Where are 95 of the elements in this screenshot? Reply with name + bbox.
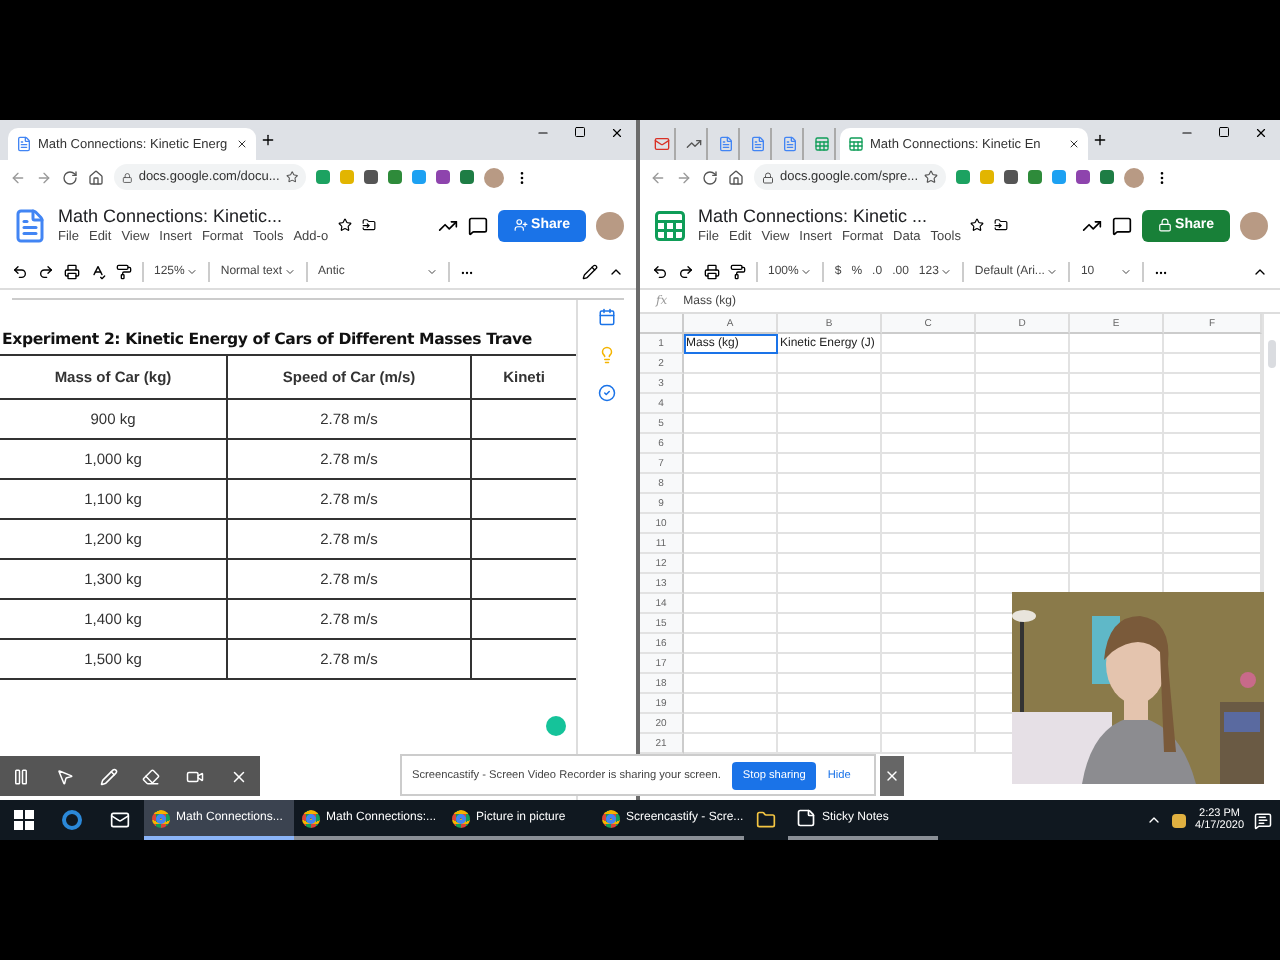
spellcheck-icon[interactable]: [90, 264, 106, 280]
home-icon[interactable]: [88, 169, 104, 185]
cursor-icon[interactable]: [55, 767, 74, 785]
star-icon[interactable]: [970, 218, 985, 232]
pencil-icon[interactable]: [582, 264, 598, 280]
eraser-icon[interactable]: [142, 767, 161, 785]
table-cell: [470, 400, 576, 440]
chrome-icon: [452, 809, 470, 827]
windows-start-icon[interactable]: [14, 810, 34, 830]
undo-icon[interactable]: [652, 264, 668, 280]
pen-icon[interactable]: [99, 767, 118, 785]
table-cell: [470, 440, 576, 480]
caret-icon: [284, 266, 297, 278]
avatar-icon[interactable]: [596, 211, 624, 239]
paint-format-icon[interactable]: [116, 264, 132, 280]
close-button[interactable]: [880, 756, 904, 796]
reload-icon[interactable]: [62, 169, 78, 185]
back-icon[interactable]: [650, 169, 666, 185]
document-icon[interactable]: [781, 136, 797, 152]
undo-icon[interactable]: [12, 264, 28, 280]
close-icon: [884, 768, 900, 784]
avatar-icon[interactable]: [1124, 167, 1144, 187]
close-icon[interactable]: [1254, 126, 1268, 140]
document-icon[interactable]: [749, 136, 765, 152]
sheets-logo-icon: [652, 207, 688, 243]
sticky-note-icon: [796, 808, 816, 828]
collapse-icon[interactable]: [1252, 264, 1268, 280]
browser-icon[interactable]: [62, 810, 82, 830]
home-icon[interactable]: [728, 169, 744, 185]
close-icon[interactable]: [610, 126, 624, 140]
caret-icon: [186, 266, 199, 278]
star-icon[interactable]: [924, 170, 938, 184]
table-cell: [470, 520, 576, 560]
forward-icon[interactable]: [36, 169, 52, 185]
table-cell: [470, 480, 576, 520]
caret-icon: [426, 266, 439, 278]
maximize-icon[interactable]: [1218, 126, 1230, 138]
avatar-icon[interactable]: [1240, 211, 1268, 239]
star-icon[interactable]: [338, 218, 353, 232]
table-cell: [470, 560, 576, 600]
chrome-icon: [302, 809, 320, 827]
new-tab-icon[interactable]: [260, 132, 276, 148]
chart-icon[interactable]: [685, 136, 701, 152]
move-icon[interactable]: [994, 218, 1009, 232]
notification-icon[interactable]: [1254, 811, 1272, 829]
document-icon[interactable]: [717, 136, 733, 152]
table-cell: [470, 640, 576, 680]
close-icon[interactable]: [229, 767, 248, 785]
reload-icon[interactable]: [702, 169, 718, 185]
spreadsheet-icon: [848, 136, 864, 152]
caret-icon: [940, 266, 953, 278]
calendar-icon[interactable]: [598, 308, 616, 326]
maximize-icon[interactable]: [574, 126, 586, 138]
activity-icon[interactable]: [1081, 215, 1102, 235]
chrome-icon: [602, 809, 620, 827]
lock-icon: [122, 171, 133, 183]
close-icon[interactable]: [236, 138, 248, 150]
lock-icon: [762, 171, 774, 183]
minimize-icon[interactable]: [1180, 126, 1194, 140]
avatar-icon[interactable]: [484, 167, 504, 187]
activity-icon[interactable]: [437, 215, 458, 235]
redo-icon[interactable]: [38, 264, 54, 280]
document-icon: [16, 136, 32, 152]
paint-format-icon[interactable]: [730, 264, 746, 280]
print-icon[interactable]: [704, 264, 720, 280]
tray-icon[interactable]: [1171, 813, 1186, 827]
caret-icon: [1046, 266, 1059, 278]
caret-icon: [1120, 266, 1133, 278]
collapse-icon[interactable]: [608, 264, 624, 280]
move-icon[interactable]: [362, 218, 377, 232]
tasks-icon[interactable]: [598, 384, 616, 402]
print-icon[interactable]: [64, 264, 80, 280]
new-tab-icon[interactable]: [1092, 132, 1108, 148]
back-icon[interactable]: [10, 169, 26, 185]
folder-icon: [756, 810, 776, 830]
scrollbar-thumb[interactable]: [1268, 340, 1276, 368]
person-icon: [513, 218, 528, 232]
scrollbar[interactable]: [1262, 314, 1280, 754]
star-icon[interactable]: [285, 170, 298, 184]
minimize-icon[interactable]: [536, 126, 550, 140]
chrome-icon: [152, 809, 170, 827]
comment-icon[interactable]: [467, 215, 488, 235]
redo-icon[interactable]: [678, 264, 694, 280]
camera-icon[interactable]: [185, 767, 204, 785]
pause-icon[interactable]: [12, 767, 31, 785]
document-title[interactable]: Math Connections: Kinetic...: [58, 206, 329, 226]
forward-icon[interactable]: [676, 169, 692, 185]
docs-logo-icon: [12, 207, 48, 243]
document-title[interactable]: Math Connections: Kinetic ...: [698, 206, 961, 226]
table-cell: [470, 600, 576, 640]
comment-icon[interactable]: [1111, 215, 1132, 235]
close-icon[interactable]: [1068, 138, 1080, 150]
caret-icon: [800, 266, 813, 278]
chevron-icon[interactable]: [1145, 812, 1162, 828]
lock-icon: [1157, 218, 1172, 232]
